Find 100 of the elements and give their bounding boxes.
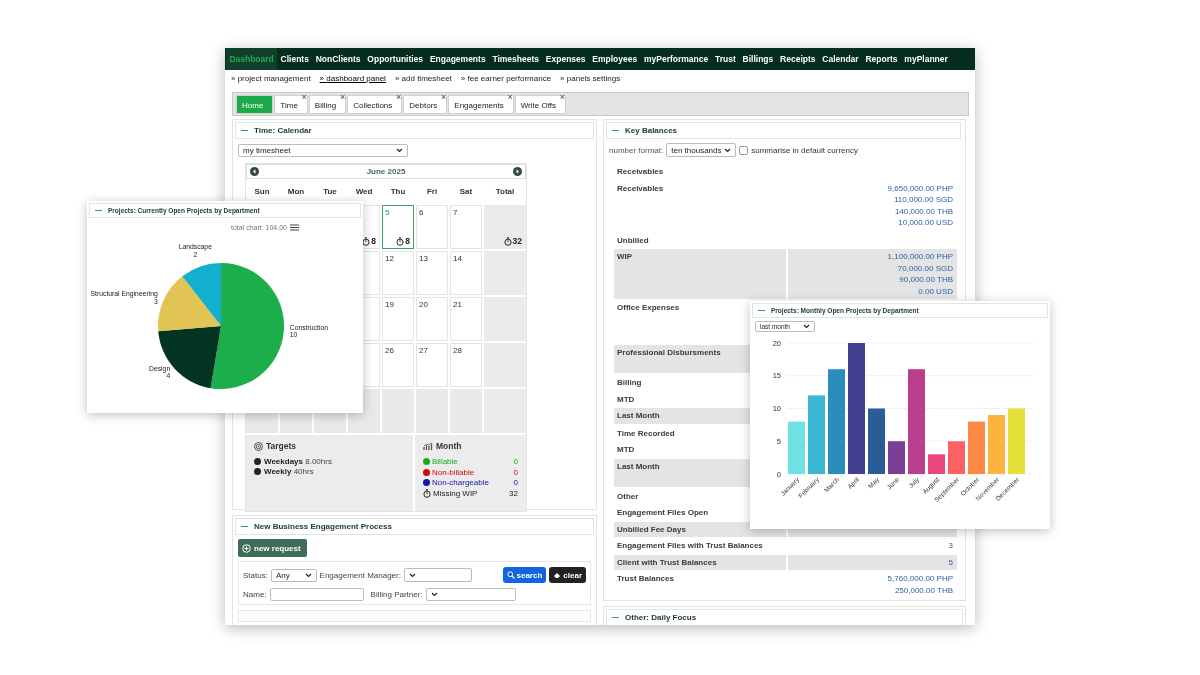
collapse-icon[interactable] [241,129,248,132]
panel-title: Key Balances [625,126,678,135]
chevron-icon [396,148,403,153]
stopwatch-icon [423,488,431,498]
clear-button[interactable]: clear [549,567,586,583]
nav-link[interactable]: Dashboard [226,48,278,70]
amount-text: 9,650,000.00 PHP [887,183,953,193]
close-button[interactable]: × [301,92,307,102]
new-request-button[interactable]: new request [238,539,307,557]
field-label: number format: [609,145,664,155]
amount-text: 110,000.00 SGD [894,195,953,204]
collapse-icon[interactable] [758,309,765,312]
number-format-select[interactable]: ten thousands [666,143,737,157]
close-button[interactable]: × [507,92,513,102]
category-label: Non-billable [432,467,475,477]
category-label: Billable [432,457,458,466]
next-icon[interactable] [513,167,522,176]
panel-title: Other: Daily Focus [625,613,697,622]
checkbox[interactable] [739,145,749,155]
collapse-icon[interactable] [241,525,248,528]
collapse-icon[interactable] [612,616,619,619]
section-title: Targets [266,441,297,451]
nav-link[interactable]: Timesheets [489,48,543,70]
field-label: Billing Partner: [370,590,423,599]
category-label: Missing WIP [433,488,478,498]
nav-link[interactable]: Receipts [776,48,819,70]
nav-link[interactable]: Engagements [426,48,489,70]
eraser-icon [553,571,562,579]
close-button[interactable]: × [396,92,402,102]
bullet-icon [254,468,261,475]
previous-icon[interactable] [250,167,259,176]
bar [928,454,945,474]
collapse-icon[interactable] [95,209,102,212]
partner-select[interactable] [425,588,516,601]
nav-link[interactable]: Trust [711,48,740,70]
amount-text: 5 [948,557,953,567]
bar [888,441,905,474]
nav-link[interactable]: myPerformance [640,48,712,70]
day-number: 20 [419,300,429,309]
nav-link[interactable]: NonClients [312,48,364,70]
view-select[interactable]: my timesheet [238,144,408,157]
nav-link[interactable]: Reports [862,48,901,70]
manager-select[interactable] [403,568,473,582]
chevron-icon [803,324,810,329]
month-title: June 2025 [366,167,406,176]
calendar-day[interactable]: 5 8 [382,205,414,249]
calendar-day[interactable]: 7 [450,205,482,249]
status-select[interactable]: Any [270,568,317,582]
breadcrumb-link[interactable]: » panels settings [560,74,621,87]
row-label: Trust Balances [617,574,674,583]
row-label: Engagement Files Open [617,508,709,517]
bullet-icon [254,458,261,465]
calendar-day[interactable]: 12 [382,251,414,295]
category-value: 0 [513,467,518,477]
close-button[interactable]: × [559,92,565,102]
close-button[interactable]: × [441,92,447,102]
calendar-day[interactable]: 26 [382,343,414,387]
day-number: 5 [385,208,391,217]
amount-text: 250,000.00 THB [894,585,953,595]
calendar-day[interactable]: 20 [416,297,448,341]
row-label: Unbilled Fee Days [617,524,686,534]
category-label: Non-chargeable [432,478,489,487]
chevron-icon [408,572,416,578]
day-number: 13 [419,254,429,263]
search-button[interactable]: search [502,567,547,583]
nav-link[interactable]: Expenses [542,48,589,70]
row-label: WIP [617,252,633,261]
breadcrumb-link[interactable]: » project management [231,74,311,87]
nav-link[interactable]: Clients [277,48,313,70]
calendar-day[interactable]: 21 [450,297,482,341]
nav-link[interactable]: Opportunities [363,48,427,70]
nav-link[interactable]: Employees [588,48,641,70]
calendar-day[interactable]: 6 [416,205,448,249]
menu-icon[interactable] [290,224,299,231]
breadcrumb-link[interactable]: » add timesheet [394,74,452,87]
plus-circle-icon [242,543,251,553]
amount-text: 5,760,000.00 PHP [887,574,953,583]
day-number: 28 [453,346,463,355]
name-field[interactable] [269,588,364,601]
chevron-icon [724,147,732,153]
amount-text: 70,000.00 SGD [897,263,953,273]
row-label: Last Month [617,411,660,420]
amount-text: 90,000.00 THB [899,275,953,284]
bar [788,421,805,474]
stopwatch-icon [362,236,371,246]
target-text: Weekdays 8.00hrs [264,457,332,466]
calendar-day[interactable]: 28 [450,343,482,387]
close-button[interactable]: × [339,92,346,102]
row-label: Professional Disbursments [617,348,721,357]
breadcrumb-link[interactable]: » dashboard panel [319,74,386,87]
nav-link[interactable]: Calendar [818,48,863,70]
calendar-day[interactable]: 13 [416,251,448,295]
calendar-day[interactable]: 19 [382,297,414,341]
breadcrumb-link[interactable]: » fee earner performance [460,74,552,87]
collapse-icon[interactable] [612,129,619,132]
nav-link[interactable]: Billings [739,48,777,70]
calendar-day[interactable]: 27 [416,343,448,387]
calendar-day[interactable]: 14 [450,251,482,295]
nav-link[interactable]: myPlanner [900,48,952,70]
chevron-icon [304,572,312,578]
